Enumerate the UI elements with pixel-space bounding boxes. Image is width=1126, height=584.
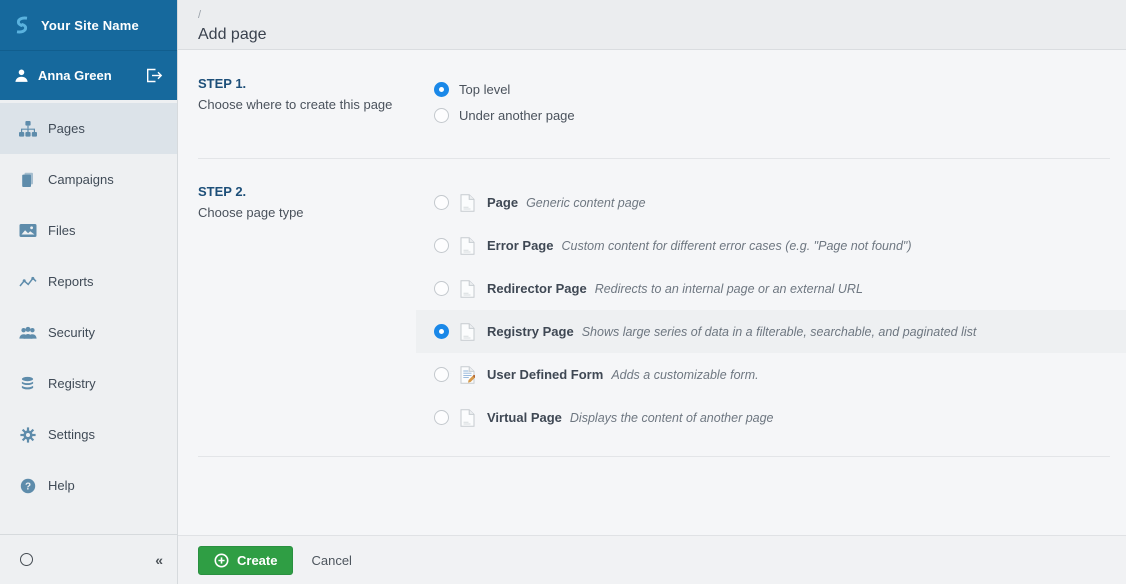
- page-type-description: Generic content page: [526, 196, 646, 210]
- page-type-option-registry-page[interactable]: Registry Page Shows large series of data…: [416, 310, 1126, 353]
- sitemap-icon: [18, 121, 37, 137]
- user-name: Anna Green: [38, 68, 112, 83]
- page-type-label: Page: [487, 195, 518, 210]
- radio-label: Top level: [459, 82, 510, 97]
- page-type-label: Registry Page: [487, 324, 574, 339]
- step2-title: STEP 2.: [198, 184, 416, 199]
- page-type-label: Virtual Page: [487, 410, 562, 425]
- page-icon: [460, 409, 475, 427]
- radio-button[interactable]: [434, 108, 449, 123]
- page-type-description: Redirects to an internal page or an exte…: [595, 282, 863, 296]
- page-type-option-page[interactable]: Page Generic content page: [416, 181, 1126, 224]
- sidebar-item-reports[interactable]: Reports: [0, 256, 177, 307]
- sidebar-nav: Pages Campaigns: [0, 100, 177, 534]
- sidebar-item-label: Reports: [48, 274, 94, 289]
- sidebar-item-campaigns[interactable]: Campaigns: [0, 154, 177, 205]
- radio-button[interactable]: [434, 195, 449, 210]
- step1-label: STEP 1. Choose where to create this page: [178, 76, 416, 112]
- radio-button[interactable]: [434, 367, 449, 382]
- sidebar-item-settings[interactable]: Settings: [0, 409, 177, 460]
- radio-button[interactable]: [434, 82, 449, 97]
- site-name: Your Site Name: [41, 18, 139, 33]
- page-type-label: User Defined Form: [487, 367, 603, 382]
- sidebar-item-label: Security: [48, 325, 95, 340]
- svg-text:?: ?: [24, 481, 30, 492]
- sidebar-item-label: Help: [48, 478, 75, 493]
- page-icon: [460, 194, 475, 212]
- page-type-description: Shows large series of data in a filterab…: [582, 325, 977, 339]
- step1-title: STEP 1.: [198, 76, 416, 91]
- page-type-description: Custom content for different error cases…: [561, 239, 911, 253]
- main-area: / Add page STEP 1. Choose where to creat…: [178, 0, 1126, 584]
- content: STEP 1. Choose where to create this page…: [178, 50, 1126, 535]
- cancel-button[interactable]: Cancel: [311, 553, 351, 568]
- sidebar-item-registry[interactable]: Registry: [0, 358, 177, 409]
- step2-section: STEP 2. Choose page type Pag: [178, 159, 1126, 439]
- radio-button[interactable]: [434, 281, 449, 296]
- logout-icon[interactable]: [146, 68, 163, 83]
- radio-button[interactable]: [434, 324, 449, 339]
- page-type-label: Redirector Page: [487, 281, 587, 296]
- image-icon: [18, 223, 37, 238]
- radio-button[interactable]: [434, 410, 449, 425]
- step2-subtitle: Choose page type: [198, 205, 416, 220]
- page-icon: [460, 280, 475, 298]
- sidebar-item-pages[interactable]: Pages: [0, 103, 177, 154]
- collapse-sidebar-button[interactable]: «: [151, 550, 167, 570]
- step2-options: Page Generic content page Error P: [416, 159, 1126, 439]
- documents-icon: [18, 172, 37, 188]
- page-type-option-error-page[interactable]: Error Page Custom content for different …: [416, 224, 1126, 267]
- step1-section: STEP 1. Choose where to create this page…: [178, 50, 1126, 158]
- plus-icon: [214, 553, 229, 568]
- page-header: / Add page: [178, 0, 1126, 50]
- brand-header: Your Site Name: [0, 0, 177, 50]
- page-type-option-redirector-page[interactable]: Redirector Page Redirects to an internal…: [416, 267, 1126, 310]
- site-logo-icon: [12, 15, 32, 35]
- users-icon: [18, 326, 37, 340]
- app-window: Your Site Name Anna Green: [0, 0, 1126, 584]
- page-type-description: Displays the content of another page: [570, 411, 774, 425]
- step1-subtitle: Choose where to create this page: [198, 97, 416, 112]
- database-icon: [18, 376, 37, 392]
- breadcrumb[interactable]: /: [198, 9, 201, 21]
- section-divider: [198, 456, 1110, 457]
- user-icon: [14, 68, 29, 83]
- page-icon: [460, 323, 475, 341]
- page-type-label: Error Page: [487, 238, 553, 253]
- help-icon: ?: [18, 478, 37, 494]
- create-button[interactable]: Create: [198, 546, 293, 575]
- sidebar-item-security[interactable]: Security: [0, 307, 177, 358]
- sidebar-item-label: Settings: [48, 427, 95, 442]
- sidebar-item-label: Files: [48, 223, 75, 238]
- page-type-description: Adds a customizable form.: [611, 368, 758, 382]
- sidebar-footer: «: [0, 534, 177, 584]
- radio-label: Under another page: [459, 108, 575, 123]
- page-type-option-user-defined-form[interactable]: User Defined Form Adds a customizable fo…: [416, 353, 1126, 396]
- sidebar: Your Site Name Anna Green: [0, 0, 178, 584]
- form-icon: [460, 366, 475, 384]
- sidebar-item-files[interactable]: Files: [0, 205, 177, 256]
- status-indicator-icon: [20, 553, 33, 566]
- sidebar-item-help[interactable]: ? Help: [0, 460, 177, 511]
- page-title: Add page: [198, 26, 1126, 44]
- chart-icon: [18, 275, 37, 289]
- actions-bar: Create Cancel: [178, 535, 1126, 584]
- create-button-label: Create: [237, 553, 277, 568]
- gear-icon: [18, 427, 37, 443]
- sidebar-item-label: Campaigns: [48, 172, 114, 187]
- page-icon: [460, 237, 475, 255]
- user-row: Anna Green: [0, 50, 177, 100]
- radio-option-top-level[interactable]: Top level: [416, 76, 1126, 102]
- radio-option-under-another-page[interactable]: Under another page: [416, 102, 1126, 128]
- page-type-option-virtual-page[interactable]: Virtual Page Displays the content of ano…: [416, 396, 1126, 439]
- step2-label: STEP 2. Choose page type: [178, 184, 416, 220]
- sidebar-item-label: Registry: [48, 376, 96, 391]
- sidebar-item-label: Pages: [48, 121, 85, 136]
- step1-options: Top level Under another page: [416, 76, 1126, 128]
- radio-button[interactable]: [434, 238, 449, 253]
